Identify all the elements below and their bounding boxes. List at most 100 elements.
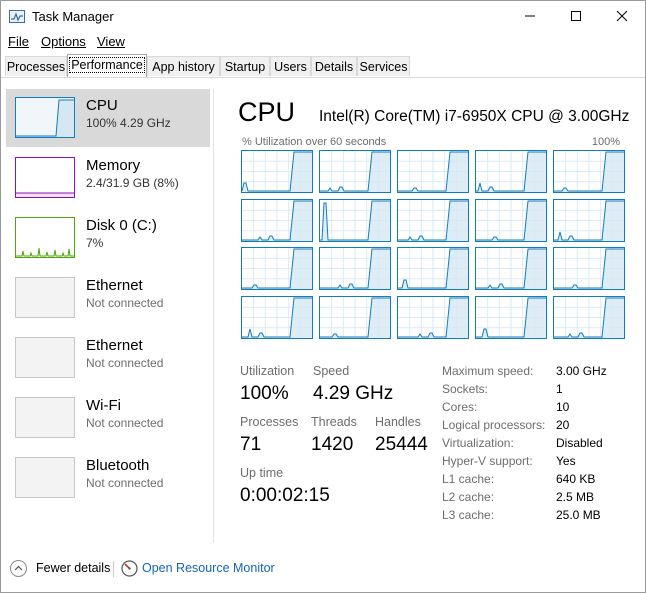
fewer-details-label: Fewer details (36, 561, 111, 575)
logical-processor-graph (475, 150, 547, 193)
logical-processor-graph (397, 295, 469, 339)
menu-file[interactable]: File (8, 34, 29, 49)
detail-value: 25.0 MB (556, 508, 601, 522)
logical-processor-graph (553, 295, 625, 339)
logical-processor-graph (397, 198, 469, 242)
tab-startup[interactable]: Startup (220, 56, 270, 76)
sidebar-divider (213, 89, 214, 543)
tab-details-label: Details (314, 60, 354, 74)
sidebar-item-ethernet-2[interactable]: Ethernet Not connected (6, 329, 210, 387)
speed-label: Speed (313, 364, 350, 378)
threads-value: 1420 (311, 434, 354, 455)
utilization-label: Utilization (240, 364, 295, 378)
memory-thumbnail-graph (15, 157, 75, 198)
logical-processor-graphs (241, 150, 625, 339)
detail-key: Maximum speed: (442, 364, 534, 378)
sidebar-item-wifi[interactable]: Wi-Fi Not connected (6, 389, 210, 447)
logical-processor-graph (553, 198, 625, 242)
tab-performance[interactable]: Performance (67, 54, 147, 77)
sidebar-item-status: 100% 4.29 GHz (86, 116, 171, 130)
logical-processor-graph (475, 198, 547, 242)
graph-caption: % Utilization over 60 seconds (242, 136, 387, 148)
graph-max-label: 100% (591, 136, 620, 148)
disk-thumbnail-graph (15, 217, 75, 258)
logical-processor-graph (475, 247, 547, 290)
menu-options-label: Options (41, 34, 86, 49)
sidebar-item-status: Not connected (86, 296, 164, 310)
sidebar-item-label: Disk 0 (C:) (86, 217, 157, 234)
ethernet-thumbnail-graph (15, 277, 75, 318)
tab-services-label: Services (359, 60, 408, 74)
sidebar-item-label: Memory (86, 157, 141, 174)
task-manager-icon (9, 10, 25, 23)
tab-app-history[interactable]: App history (147, 56, 220, 76)
tab-services[interactable]: Services (357, 56, 410, 76)
detail-key: L1 cache: (442, 472, 495, 486)
tab-strip: Processes Performance App history Startu… (1, 54, 645, 77)
page-title: CPU (238, 97, 296, 127)
sidebar-item-status: Not connected (86, 416, 164, 430)
task-manager-window: Task Manager File Options View Processes… (0, 0, 646, 593)
cpu-model-name: Intel(R) Core(TM) i7-6950X CPU @ 3.00GHz (319, 108, 630, 125)
menu-view[interactable]: View (97, 34, 125, 49)
resource-monitor-icon[interactable] (121, 560, 138, 577)
sidebar-item-status: 7% (86, 236, 104, 250)
sidebar-item-memory[interactable]: Memory 2.4/31.9 GB (8%) (6, 149, 210, 207)
fewer-details-button[interactable]: Fewer details (36, 561, 110, 575)
processes-label: Processes (240, 415, 299, 429)
logical-processor-graph (553, 247, 625, 290)
tab-divider (1, 77, 645, 78)
detail-value: 2.5 MB (556, 490, 595, 504)
sidebar-item-ethernet-1[interactable]: Ethernet Not connected (6, 269, 210, 327)
sidebar-item-cpu[interactable]: CPU 100% 4.29 GHz (6, 89, 210, 147)
chevron-up-icon[interactable] (10, 560, 27, 577)
cpu-thumbnail-graph (15, 97, 75, 138)
detail-key: L3 cache: (442, 508, 495, 522)
tab-users-label: Users (274, 60, 307, 74)
menu-view-label: View (97, 34, 125, 49)
logical-processor-graph (319, 295, 391, 339)
menu-file-label: File (8, 34, 29, 49)
sidebar-item-status: Not connected (86, 356, 164, 370)
sidebar-item-label: Ethernet (86, 337, 143, 354)
menu-options[interactable]: Options (41, 34, 86, 49)
sidebar-item-label: Wi-Fi (86, 397, 121, 414)
open-resource-monitor-link[interactable]: Open Resource Monitor (142, 561, 275, 575)
logical-processor-graph (319, 150, 391, 193)
detail-value: 640 KB (556, 472, 596, 486)
sidebar-item-label: Ethernet (86, 277, 143, 294)
bluetooth-thumbnail-graph (15, 457, 75, 498)
detail-value: 1 (556, 382, 563, 396)
maximize-button[interactable] (553, 1, 599, 31)
detail-value: Yes (556, 454, 576, 468)
processes-value: 71 (240, 434, 262, 455)
ethernet-thumbnail-graph (15, 337, 75, 378)
sidebar-item-status: 2.4/31.9 GB (8%) (86, 176, 179, 190)
uptime-value: 0:00:02:15 (240, 485, 330, 506)
logical-processor-graph (319, 247, 391, 290)
sidebar-item-status: Not connected (86, 476, 164, 490)
detail-key: L2 cache: (442, 490, 495, 504)
detail-key: Virtualization: (442, 436, 514, 450)
logical-processor-graph (397, 247, 469, 290)
footer: Fewer details Open Resource Monitor (1, 551, 645, 587)
speed-value: 4.29 GHz (313, 383, 394, 404)
detail-key: Sockets: (442, 382, 489, 396)
detail-value: 20 (556, 418, 570, 432)
tab-details[interactable]: Details (311, 56, 357, 76)
menu-bar: File Options View (1, 32, 645, 52)
utilization-value: 100% (240, 383, 289, 404)
sidebar-item-disk[interactable]: Disk 0 (C:) 7% (6, 209, 210, 267)
threads-label: Threads (311, 415, 357, 429)
close-button[interactable] (599, 1, 645, 31)
minimize-button[interactable] (507, 1, 553, 31)
tab-performance-label: Performance (69, 57, 145, 73)
footer-separator (113, 561, 114, 577)
sidebar-item-bluetooth[interactable]: Bluetooth Not connected (6, 449, 210, 507)
logical-processor-graph (241, 198, 313, 242)
sidebar-item-label: CPU (86, 97, 118, 114)
tab-processes[interactable]: Processes (5, 56, 67, 76)
logical-processor-graph (553, 150, 625, 193)
window-title: Task Manager (32, 9, 114, 24)
tab-users[interactable]: Users (270, 56, 311, 76)
